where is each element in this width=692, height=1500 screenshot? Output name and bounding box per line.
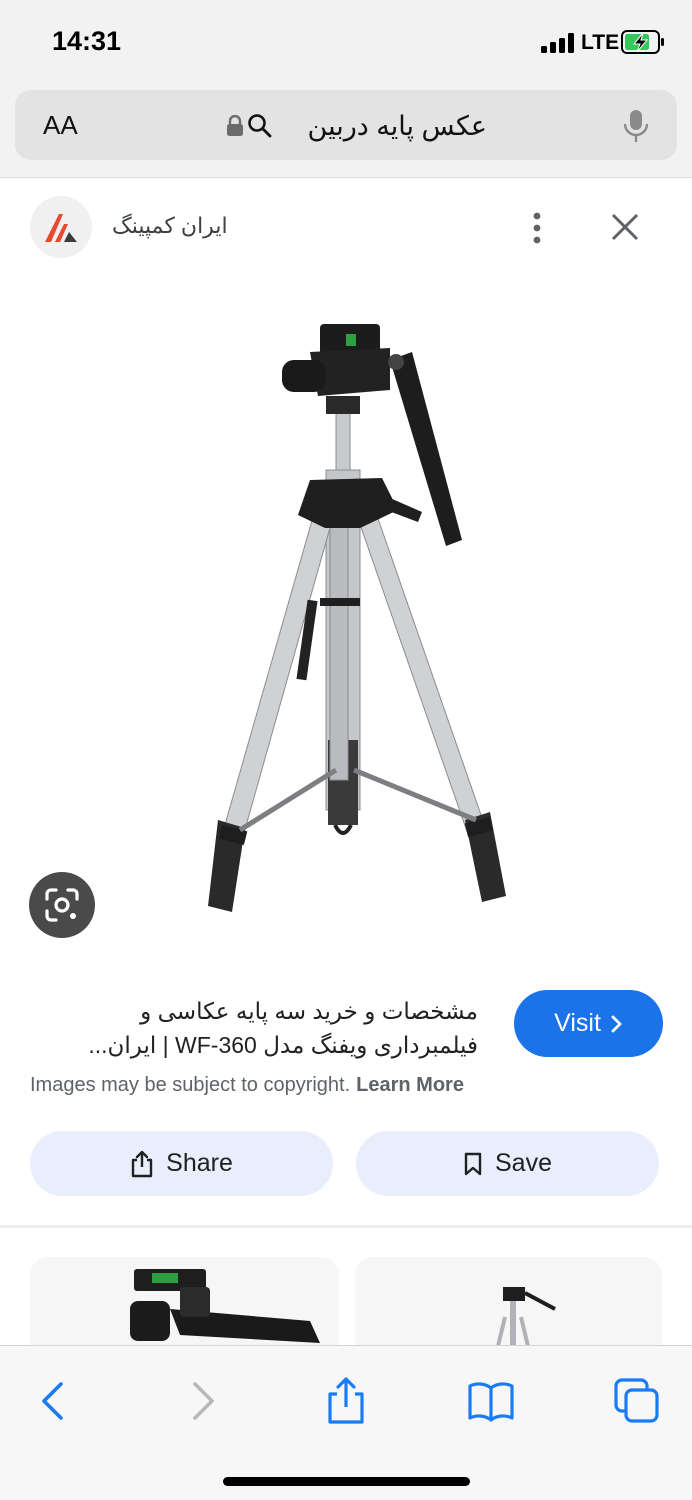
address-bar[interactable]: AA عکس پایه دربین: [15, 90, 677, 160]
address-bar-container: AA عکس پایه دربین: [0, 86, 692, 178]
safari-share-icon[interactable]: [321, 1376, 371, 1426]
copyright-text: Images may be subject to copyright.: [30, 1074, 351, 1096]
visit-label: Visit: [554, 1009, 601, 1037]
mic-icon[interactable]: [622, 108, 650, 144]
status-time: 14:31: [52, 26, 122, 56]
source-name[interactable]: ایران کمپینگ: [112, 213, 228, 239]
status-bar: 14:31 LTE: [0, 0, 692, 86]
text-size-button[interactable]: AA: [43, 110, 78, 141]
result-title[interactable]: مشخصات و خرید سه پایه عکاسی و فیلمبرداری…: [28, 994, 478, 1062]
search-icon: [248, 114, 272, 138]
share-icon: [131, 1150, 153, 1177]
save-label: Save: [495, 1149, 552, 1177]
home-indicator: [223, 1477, 470, 1486]
signal-icon: [541, 33, 575, 53]
more-vert-icon[interactable]: [527, 210, 547, 246]
battery-icon: [621, 30, 664, 54]
bookmark-icon: [464, 1152, 482, 1175]
back-icon[interactable]: [28, 1376, 78, 1426]
iran-camping-logo-icon: [45, 214, 77, 242]
tripod-image[interactable]: [150, 300, 550, 930]
close-icon[interactable]: [610, 212, 640, 242]
lens-search-button[interactable]: [29, 872, 95, 938]
visit-button[interactable]: Visit: [514, 990, 663, 1057]
text-size-label: AA: [43, 110, 78, 140]
tabs-icon[interactable]: [612, 1376, 662, 1426]
source-logo[interactable]: [30, 196, 92, 258]
share-label: Share: [166, 1149, 233, 1177]
chevron-right-icon: [611, 1015, 622, 1032]
lock-icon: [227, 115, 243, 136]
result-title-line-2: فیلمبرداری ویفنگ مدل WF-360 | ایران...: [88, 1032, 478, 1058]
url-field[interactable]: عکس پایه دربین: [225, 107, 505, 143]
share-button[interactable]: Share: [30, 1131, 333, 1196]
copyright-notice: Images may be subject to copyright. Learn…: [30, 1074, 464, 1097]
section-divider: [0, 1225, 692, 1228]
network-label: LTE: [581, 31, 620, 54]
learn-more-link[interactable]: Learn More: [356, 1074, 464, 1096]
result-title-line-1: مشخصات و خرید سه پایه عکاسی و: [140, 998, 478, 1024]
bookmarks-icon[interactable]: [466, 1376, 516, 1426]
search-query: عکس پایه دربین: [307, 111, 487, 141]
forward-icon[interactable]: [178, 1376, 228, 1426]
lens-icon: [45, 888, 79, 922]
save-button[interactable]: Save: [356, 1131, 659, 1196]
